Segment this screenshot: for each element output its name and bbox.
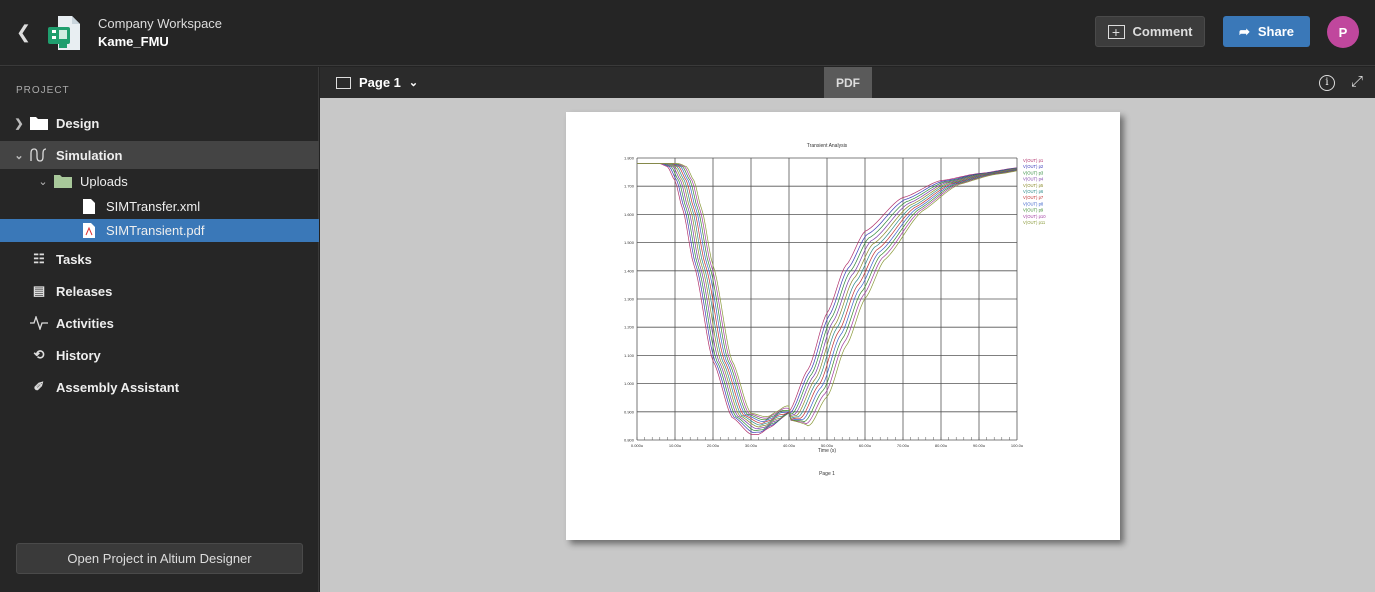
folder-icon bbox=[54, 174, 72, 188]
history-icon: ⟲ bbox=[33, 347, 45, 362]
chart-title: Transient Analysis bbox=[807, 143, 848, 149]
x-tick-label: 70.00u bbox=[897, 443, 909, 448]
y-tick-label: 1.100 bbox=[624, 353, 635, 358]
back-chevron-icon[interactable]: ❮ bbox=[16, 22, 31, 43]
sidebar-item-label: Design bbox=[56, 115, 100, 131]
sidebar-item-label: Simulation bbox=[56, 147, 123, 163]
tasks-icon: ☷ bbox=[33, 251, 45, 266]
x-tick-label: 30.00u bbox=[745, 443, 757, 448]
y-tick-label: 1.500 bbox=[624, 240, 635, 245]
viewer-toolbar: Page 1 ⌄ PDF i ⤢ bbox=[320, 67, 1375, 98]
x-tick-label: 50.00u bbox=[821, 443, 833, 448]
page-footer: Page 1 bbox=[819, 471, 835, 477]
fullscreen-icon[interactable]: ⤢ bbox=[1351, 73, 1363, 90]
y-tick-label: 1.000 bbox=[624, 381, 635, 386]
legend-entry: V(OUT) p1 bbox=[1023, 158, 1044, 163]
sidebar-item-label: SIMTransfer.xml bbox=[106, 198, 201, 214]
legend-entry: V(OUT) p8 bbox=[1023, 201, 1044, 206]
sidebar-item-activities[interactable]: Activities bbox=[0, 309, 319, 337]
x-tick-label: 40.00u bbox=[783, 443, 795, 448]
chevron-right-icon[interactable]: ❯ bbox=[12, 117, 26, 130]
x-tick-label: 20.00u bbox=[707, 443, 719, 448]
sidebar-item-label: History bbox=[56, 347, 101, 363]
page-label: Page 1 bbox=[359, 75, 401, 90]
chevron-down-icon[interactable]: ⌄ bbox=[12, 149, 26, 162]
section-label: PROJECT bbox=[16, 85, 70, 96]
legend-entry: V(OUT) p11 bbox=[1023, 220, 1046, 225]
legend-entry: V(OUT) p6 bbox=[1023, 189, 1044, 194]
pdf-file-icon bbox=[80, 223, 98, 238]
app-header: ❮ Company Workspace Kame_FMU + Comment ➦… bbox=[0, 0, 1375, 66]
y-tick-label: 1.600 bbox=[624, 212, 635, 217]
legend-entry: V(OUT) p9 bbox=[1023, 208, 1044, 213]
comment-add-icon: + bbox=[1107, 24, 1125, 40]
user-avatar[interactable]: P bbox=[1327, 16, 1359, 48]
comment-button[interactable]: + Comment bbox=[1095, 16, 1205, 47]
legend-entry: V(OUT) p2 bbox=[1023, 164, 1044, 169]
sidebar-item-simtransient[interactable]: SIMTransient.pdf bbox=[0, 219, 319, 242]
open-in-altium-button[interactable]: Open Project in Altium Designer bbox=[16, 543, 303, 574]
y-tick-label: 1.200 bbox=[624, 325, 635, 330]
sidebar-item-releases[interactable]: ▤ Releases bbox=[0, 277, 319, 305]
sidebar-item-tasks[interactable]: ☷ Tasks bbox=[0, 245, 319, 273]
x-tick-label: 90.00u bbox=[973, 443, 985, 448]
y-tick-label: 1.700 bbox=[624, 184, 635, 189]
sidebar-item-label: Tasks bbox=[56, 251, 92, 267]
chevron-down-icon[interactable]: ⌄ bbox=[36, 175, 50, 188]
x-tick-label: 10.00u bbox=[669, 443, 681, 448]
y-tick-label: 0.900 bbox=[624, 409, 635, 414]
share-button[interactable]: ➦ Share bbox=[1223, 16, 1310, 47]
legend-entry: V(OUT) p3 bbox=[1023, 170, 1044, 175]
sidebar-item-simtransfer[interactable]: SIMTransfer.xml bbox=[0, 194, 319, 218]
x-tick-label: 60.00u bbox=[859, 443, 871, 448]
releases-icon: ▤ bbox=[32, 283, 46, 298]
legend-entry: V(OUT) p4 bbox=[1023, 177, 1044, 182]
pcb-project-icon bbox=[48, 16, 80, 50]
x-tick-label: 80.00u bbox=[935, 443, 947, 448]
legend-entry: V(OUT) p7 bbox=[1023, 195, 1044, 200]
sidebar-item-history[interactable]: ⟲ History bbox=[0, 341, 319, 369]
sidebar-item-label: Uploads bbox=[80, 173, 128, 189]
chevron-down-icon: ⌄ bbox=[408, 77, 419, 89]
y-tick-label: 1.800 bbox=[624, 156, 635, 161]
pdf-page: Time (s) Page 1 0.000u 10.00u 20.00u 30.00u… bbox=[566, 112, 1120, 540]
x-tick-label: 0.000u bbox=[631, 443, 643, 448]
share-arrow-icon: ➦ bbox=[1238, 23, 1250, 39]
sidebar-item-label: Activities bbox=[56, 315, 114, 331]
simulation-icon bbox=[30, 148, 48, 162]
info-icon[interactable]: i bbox=[1319, 75, 1335, 91]
share-label: Share bbox=[1257, 24, 1295, 39]
x-tick-label: 100.0u bbox=[1011, 443, 1023, 448]
assembly-icon: ✐ bbox=[33, 379, 45, 394]
sidebar-item-label: Releases bbox=[56, 283, 113, 299]
y-tick-label: 1.300 bbox=[624, 297, 635, 302]
file-icon bbox=[80, 198, 98, 214]
activity-icon bbox=[30, 316, 48, 330]
sidebar-item-assembly-assistant[interactable]: ✐ Assembly Assistant bbox=[0, 373, 319, 401]
comment-label: Comment bbox=[1132, 24, 1193, 39]
sidebar-item-label: SIMTransient.pdf bbox=[106, 223, 205, 238]
tab-pdf[interactable]: PDF bbox=[824, 67, 872, 98]
legend-entry: V(OUT) p5 bbox=[1023, 183, 1044, 188]
transient-analysis-chart: Time (s) Page 1 0.000u 10.00u 20.00u 30.00u… bbox=[624, 143, 1046, 477]
sidebar: PROJECT ❯ Design ⌄ Simulation ⌄ Uploads … bbox=[0, 67, 319, 592]
page-icon bbox=[336, 76, 351, 89]
workspace-name: Company Workspace bbox=[98, 16, 223, 31]
sidebar-item-uploads[interactable]: ⌄ Uploads bbox=[0, 169, 319, 193]
project-name: Kame_FMU bbox=[98, 34, 169, 49]
sidebar-item-label: Assembly Assistant bbox=[56, 379, 180, 395]
y-tick-label: 0.800 bbox=[624, 438, 635, 443]
pdf-viewer: Time (s) Page 1 0.000u 10.00u 20.00u 30.00u… bbox=[320, 98, 1375, 592]
y-tick-label: 1.400 bbox=[624, 268, 635, 273]
folder-icon bbox=[30, 116, 48, 130]
sidebar-item-design[interactable]: ❯ Design bbox=[0, 109, 319, 137]
legend-entry: V(OUT) p10 bbox=[1023, 214, 1046, 219]
chart-xlabel: Time (s) bbox=[818, 448, 836, 454]
page-selector[interactable]: Page 1 ⌄ bbox=[336, 75, 418, 90]
sidebar-item-simulation[interactable]: ⌄ Simulation bbox=[0, 141, 319, 169]
